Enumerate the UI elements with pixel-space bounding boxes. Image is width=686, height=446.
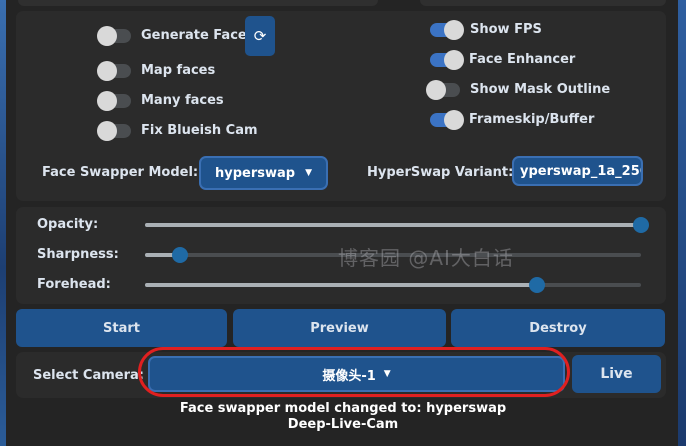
switch[interactable] bbox=[97, 60, 131, 81]
chevron-down-icon: ▼ bbox=[305, 168, 312, 178]
switch-knob bbox=[97, 25, 117, 46]
slider-fill bbox=[145, 283, 537, 287]
refresh-button[interactable]: ⟳ bbox=[245, 16, 275, 56]
slider-label: Sharpness: bbox=[37, 247, 119, 262]
refresh-icon: ⟳ bbox=[253, 27, 267, 45]
switch-knob bbox=[444, 19, 464, 40]
toggle-label: Show Mask Outline bbox=[470, 82, 611, 97]
face-swapper-model-dropdown[interactable]: hyperswap ▼ bbox=[199, 156, 328, 190]
toggle-label: Map faces bbox=[141, 63, 216, 78]
toggle-fix-blueish-cam[interactable]: Fix Blueish Cam bbox=[97, 120, 258, 141]
face-swapper-model-label: Face Swapper Model: bbox=[42, 165, 199, 180]
switch-knob bbox=[97, 120, 117, 141]
toggle-show-mask-outline[interactable]: Show Mask Outline bbox=[426, 79, 611, 100]
slider-track[interactable] bbox=[145, 277, 641, 293]
slider-fill bbox=[145, 223, 641, 227]
slider-thumb[interactable] bbox=[528, 277, 545, 293]
toggle-map-faces[interactable]: Map faces bbox=[97, 60, 216, 81]
toggle-label: Many faces bbox=[141, 93, 224, 108]
app-name: Deep-Live-Cam bbox=[287, 417, 399, 432]
select-camera-label: Select Camera: bbox=[33, 368, 144, 383]
window-edge-left bbox=[0, 0, 6, 446]
switch[interactable] bbox=[97, 120, 131, 141]
switch-knob bbox=[97, 90, 117, 111]
switch[interactable] bbox=[426, 79, 460, 100]
switch-knob bbox=[444, 49, 464, 70]
hyperswap-variant-label: HyperSwap Variant: bbox=[367, 165, 514, 180]
switch-knob bbox=[97, 60, 117, 81]
toggle-frameskip-buffer[interactable]: Frameskip/Buffer bbox=[430, 109, 595, 130]
switch[interactable] bbox=[430, 109, 464, 130]
slider-opacity: Opacity: bbox=[16, 215, 666, 235]
switch-knob bbox=[444, 109, 464, 130]
toggle-face-enhancer[interactable]: Face Enhancer bbox=[430, 49, 576, 70]
slider-thumb[interactable] bbox=[171, 247, 188, 263]
destroy-button[interactable]: Destroy bbox=[451, 309, 665, 347]
window-edge-right bbox=[678, 0, 686, 446]
dropdown-value: hyperswap bbox=[214, 165, 296, 181]
switch[interactable] bbox=[430, 19, 464, 40]
switch-knob bbox=[426, 79, 446, 100]
status-message: Face swapper model changed to: hyperswap bbox=[179, 401, 507, 416]
switch[interactable] bbox=[97, 90, 131, 111]
highlight-annotation bbox=[138, 347, 570, 397]
slider-label: Opacity: bbox=[37, 217, 99, 232]
slider-track[interactable] bbox=[145, 217, 649, 233]
slider-thumb[interactable] bbox=[633, 217, 649, 233]
toggle-label: Face Enhancer bbox=[469, 52, 576, 67]
switch[interactable] bbox=[430, 49, 464, 70]
hyperswap-variant-dropdown[interactable]: yperswap_1a_256 bbox=[512, 156, 643, 186]
toggle-label: Fix Blueish Cam bbox=[141, 123, 258, 138]
toggle-generate-face[interactable]: Generate Face bbox=[97, 25, 247, 46]
slider-label: Forehead: bbox=[37, 277, 111, 292]
live-button[interactable]: Live bbox=[572, 355, 661, 393]
watermark: 博客园 @AI大白话 bbox=[338, 246, 514, 270]
toggle-show-fps[interactable]: Show FPS bbox=[430, 19, 542, 40]
slider-forehead: Forehead: bbox=[16, 275, 666, 295]
switch[interactable] bbox=[97, 25, 131, 46]
toggle-label: Frameskip/Buffer bbox=[469, 112, 595, 127]
toggle-many-faces[interactable]: Many faces bbox=[97, 90, 224, 111]
toggle-label: Show FPS bbox=[470, 22, 542, 37]
preview-button[interactable]: Preview bbox=[233, 309, 446, 347]
dropdown-value: yperswap_1a_256 bbox=[520, 163, 643, 179]
top-panel-edge bbox=[18, 0, 378, 6]
toggle-label: Generate Face bbox=[141, 28, 247, 43]
top-panel-edge-right bbox=[420, 0, 666, 6]
start-button[interactable]: Start bbox=[16, 309, 227, 347]
